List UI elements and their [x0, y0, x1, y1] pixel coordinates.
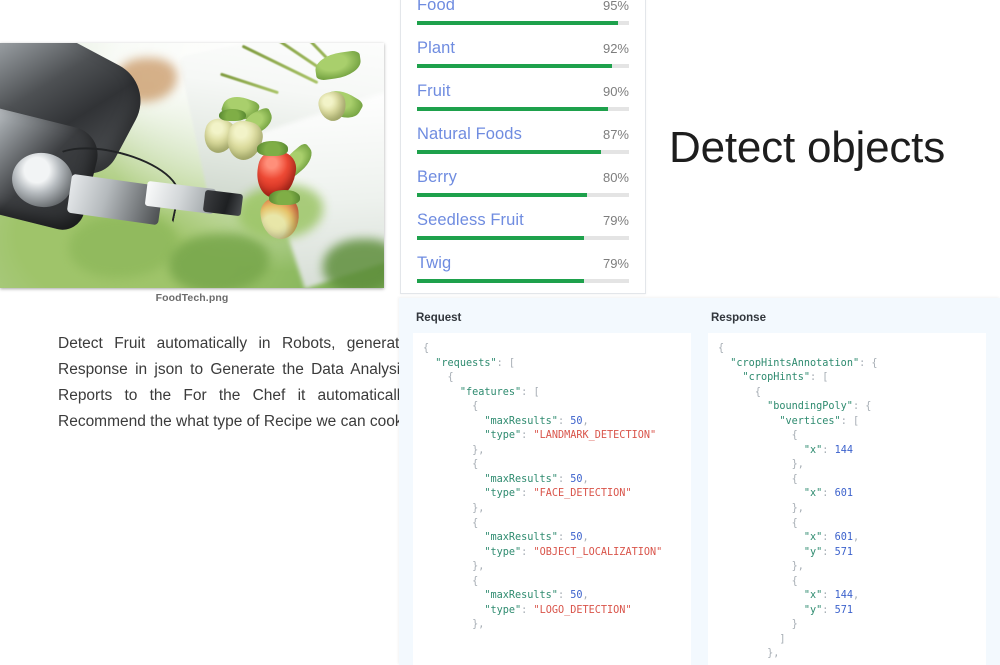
- label-score: 95%: [602, 0, 629, 13]
- label-row[interactable]: Seedless Fruit 79%: [417, 197, 629, 240]
- label-row[interactable]: Twig 79%: [417, 240, 629, 283]
- label-name: Fruit: [417, 82, 451, 100]
- label-score: 92%: [602, 41, 629, 56]
- request-column: Request { "requests": [ { "features": [ …: [413, 308, 691, 665]
- request-title: Request: [416, 312, 462, 324]
- label-progress-fill: [417, 279, 585, 283]
- slide-canvas: FoodTech.png Detect Fruit automatically …: [0, 0, 1000, 665]
- label-row[interactable]: Natural Foods 87%: [417, 111, 629, 154]
- photo-caption: FoodTech.png: [155, 292, 229, 304]
- request-code: { "requests": [ { "features": [ { "maxRe…: [423, 343, 663, 631]
- photo-block: [0, 43, 384, 288]
- blurred-foliage-2: [168, 234, 269, 288]
- label-score: 80%: [602, 170, 629, 185]
- body-paragraph: Detect Fruit automatically in Robots, ge…: [58, 335, 408, 430]
- api-request-response-panel: Request { "requests": [ { "features": [ …: [399, 298, 1000, 665]
- label-score: 87%: [602, 127, 629, 142]
- label-name: Twig: [417, 254, 452, 272]
- foodtech-photo: [0, 43, 384, 288]
- label-name: Seedless Fruit: [417, 211, 524, 229]
- detect-objects-heading: Detect objects: [669, 123, 946, 172]
- label-score: 79%: [602, 256, 629, 271]
- label-name: Plant: [417, 39, 456, 57]
- label-row[interactable]: Food 95%: [417, 0, 629, 25]
- label-progress-track: [417, 279, 629, 283]
- label-score: 90%: [602, 84, 629, 99]
- response-code-box[interactable]: { "cropHintsAnnotation": { "cropHints": …: [708, 333, 986, 665]
- response-title: Response: [711, 312, 766, 324]
- strawberry-calyx-1: [218, 109, 246, 122]
- response-column: Response { "cropHintsAnnotation": { "cro…: [708, 308, 986, 665]
- label-row[interactable]: Berry 80%: [417, 154, 629, 197]
- label-name: Berry: [417, 168, 457, 186]
- strawberry-calyx-3: [268, 190, 300, 205]
- label-row[interactable]: Fruit 90%: [417, 68, 629, 111]
- request-code-box[interactable]: { "requests": [ { "features": [ { "maxRe…: [413, 333, 691, 665]
- vision-labels-card: Food 95% Plant 92% Fruit 90% Natural Foo…: [400, 0, 646, 294]
- label-name: Food: [417, 0, 456, 14]
- label-score: 79%: [602, 213, 629, 228]
- strawberry-calyx-2: [257, 141, 288, 156]
- label-row[interactable]: Plant 92%: [417, 25, 629, 68]
- response-code: { "cropHintsAnnotation": { "cropHints": …: [718, 343, 878, 660]
- label-name: Natural Foods: [417, 125, 522, 143]
